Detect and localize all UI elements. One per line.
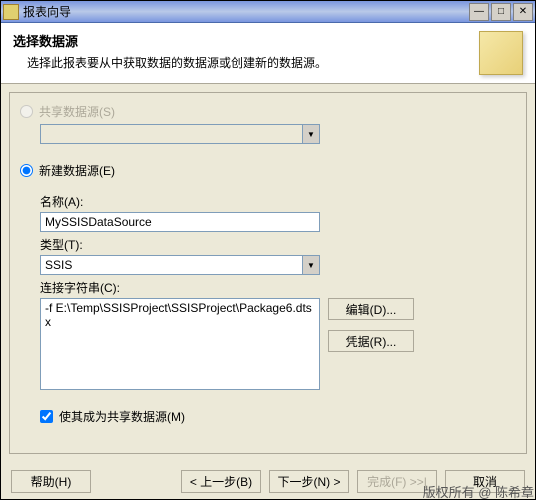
credentials-button[interactable]: 凭据(R)... [328,330,414,352]
conn-label: 连接字符串(C): [40,279,516,296]
app-icon [3,4,19,20]
make-shared-checkbox[interactable] [40,410,53,423]
finish-button: 完成(F) >>| [357,470,437,493]
name-label: 名称(A): [40,193,516,210]
wizard-buttons: 帮助(H) < 上一步(B) 下一步(N) > 完成(F) >>| 取消 [1,462,535,499]
report-wizard-window: 报表向导 — □ ✕ 选择数据源 选择此报表要从中获取数据的数据源或创建新的数据… [0,0,536,500]
connection-string-box[interactable]: -f E:\Temp\SSISProject\SSISProject\Packa… [40,298,320,390]
window-title: 报表向导 [23,3,469,20]
make-shared-row[interactable]: 使其成为共享数据源(M) [20,408,516,425]
new-datasource-radio[interactable] [20,164,33,177]
cancel-button[interactable]: 取消 [445,470,525,493]
type-combo[interactable]: SSIS ▼ [40,255,320,275]
name-input[interactable] [40,212,320,232]
help-button[interactable]: 帮助(H) [11,470,91,493]
shared-datasource-radio [20,105,33,118]
type-label: 类型(T): [40,236,516,253]
wizard-icon [479,31,523,75]
close-button[interactable]: ✕ [513,3,533,21]
shared-datasource-combo: ▼ [40,124,320,144]
shared-datasource-label: 共享数据源(S) [39,103,115,120]
header-panel: 选择数据源 选择此报表要从中获取数据的数据源或创建新的数据源。 [1,23,535,84]
next-button[interactable]: 下一步(N) > [269,470,349,493]
new-datasource-label: 新建数据源(E) [39,162,115,179]
back-button[interactable]: < 上一步(B) [181,470,261,493]
maximize-button[interactable]: □ [491,3,511,21]
page-subtitle: 选择此报表要从中获取数据的数据源或创建新的数据源。 [13,54,467,71]
chevron-down-icon[interactable]: ▼ [302,256,319,274]
new-datasource-row[interactable]: 新建数据源(E) [20,162,516,179]
content-area: 共享数据源(S) ▼ 新建数据源(E) 名称(A): 类型(T): SSIS ▼… [9,92,527,454]
shared-datasource-row: 共享数据源(S) [20,103,516,120]
make-shared-label: 使其成为共享数据源(M) [59,408,185,425]
type-combo-value: SSIS [41,256,302,274]
edit-button[interactable]: 编辑(D)... [328,298,414,320]
minimize-button[interactable]: — [469,3,489,21]
chevron-down-icon: ▼ [302,125,319,143]
page-title: 选择数据源 [13,31,467,50]
titlebar: 报表向导 — □ ✕ [1,1,535,23]
